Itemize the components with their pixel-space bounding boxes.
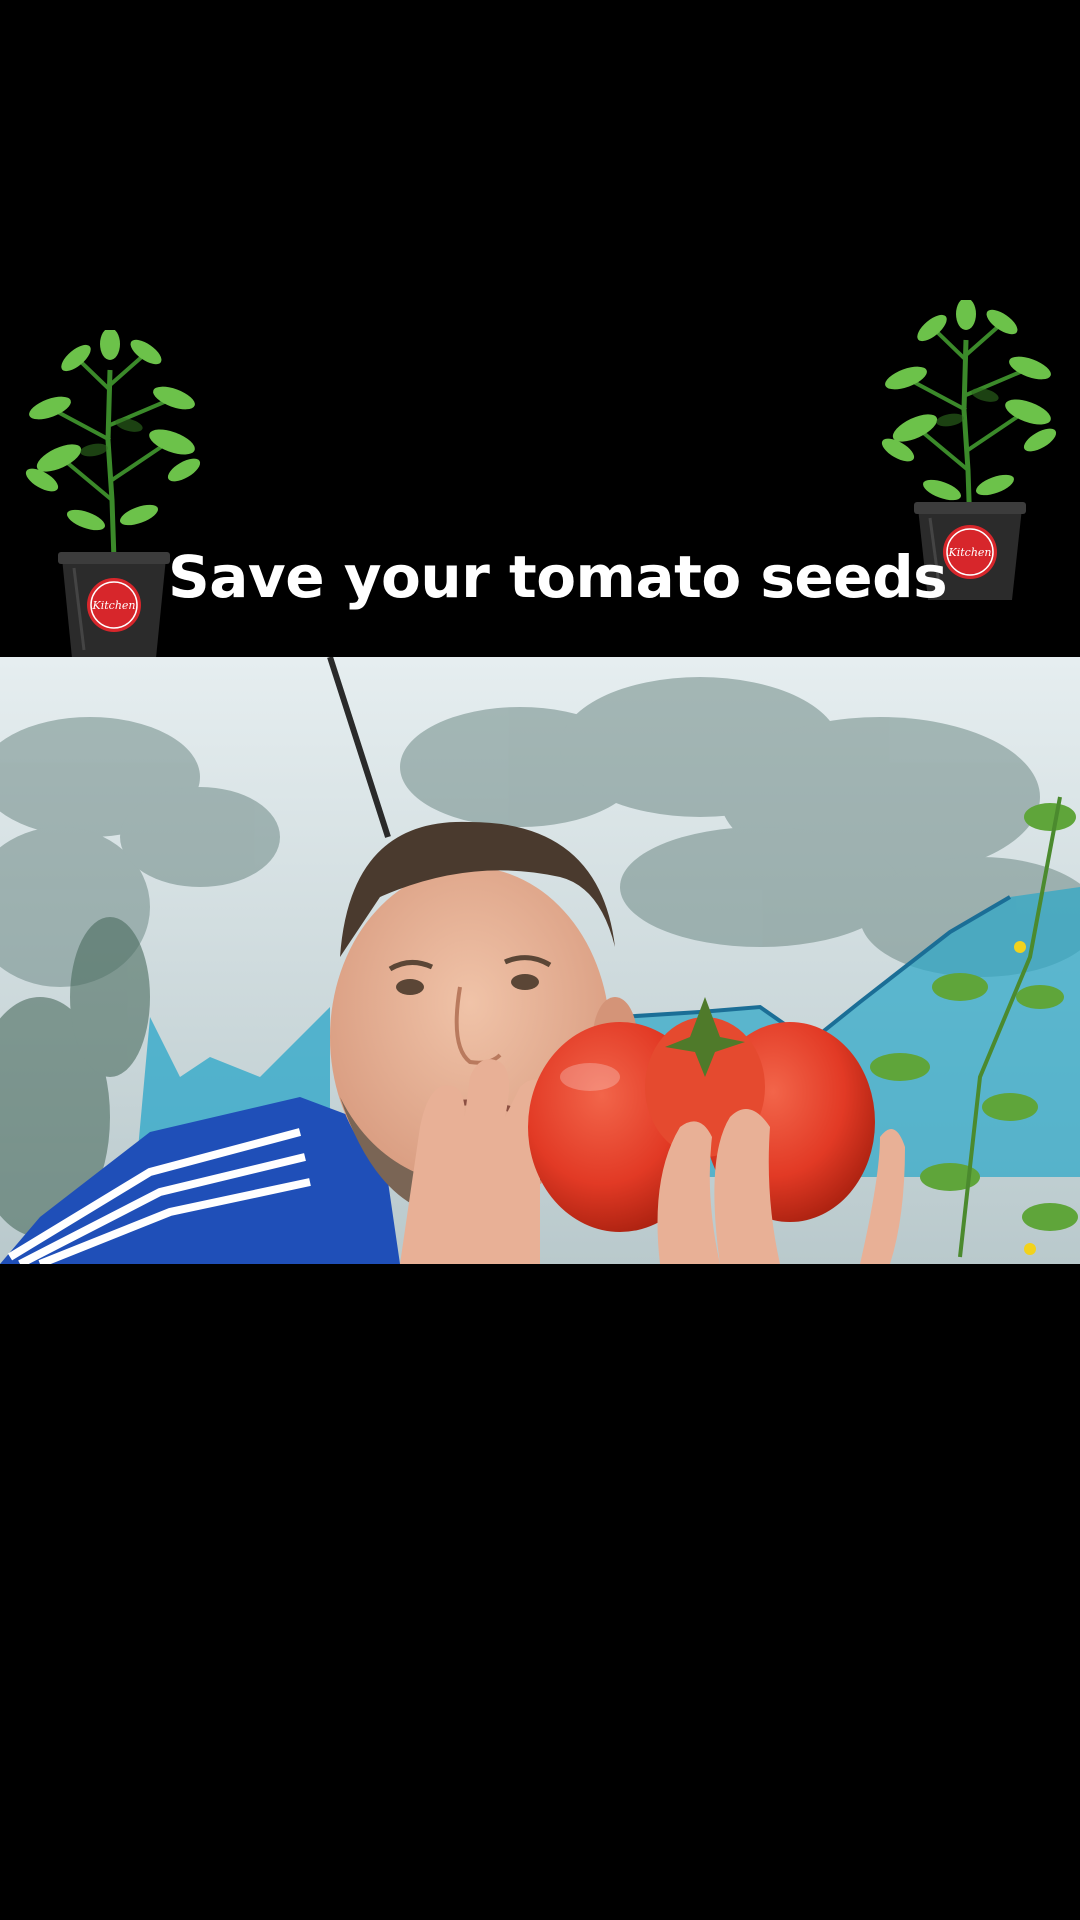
video-screen[interactable]: Kitchen Kitchen Save your tomato seeds [0,0,1080,1920]
video-caption: Save your tomato seeds [168,543,948,611]
caption-overlay: Kitchen Kitchen Save your tomato seeds [0,298,1080,658]
pot-label: Kitchen [948,546,992,559]
pot-label: Kitchen [92,599,136,612]
video-frame[interactable] [0,657,1080,1264]
